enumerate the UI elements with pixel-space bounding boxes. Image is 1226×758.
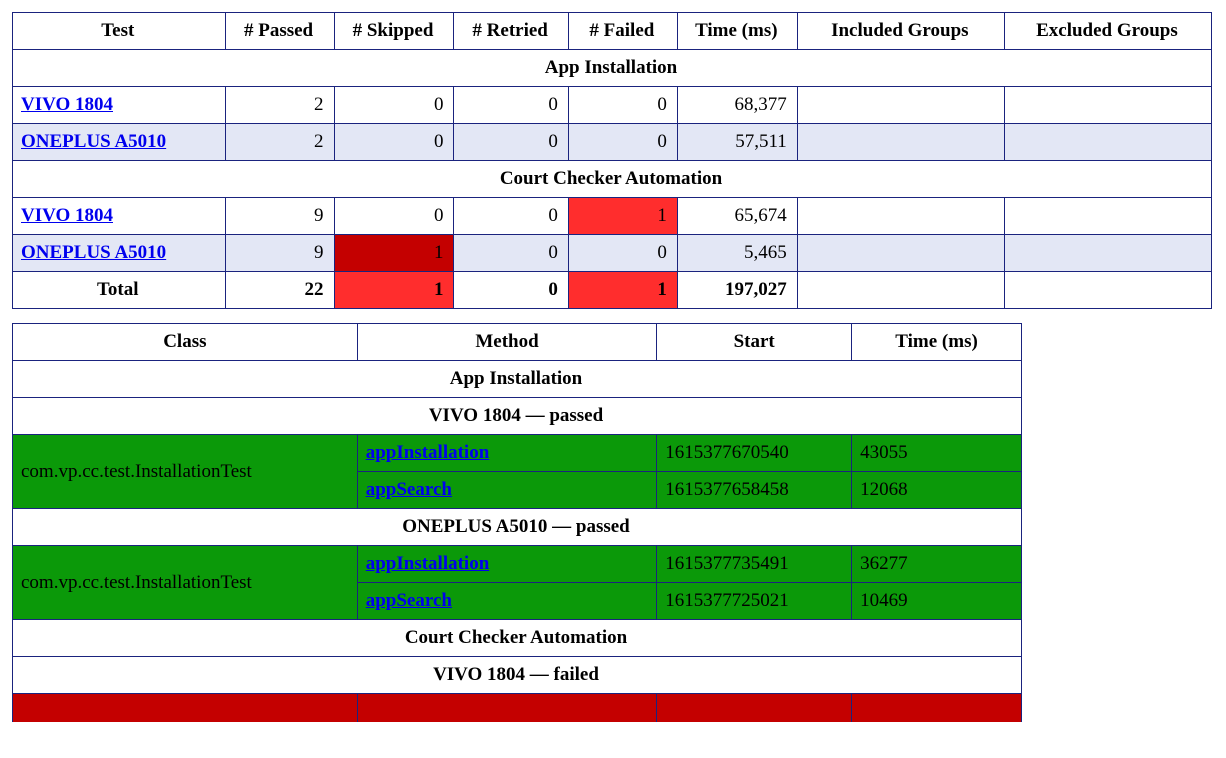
summary-cell: 0 [334, 198, 454, 235]
time-cell: 43055 [852, 435, 1022, 472]
summary-cell [797, 87, 1004, 124]
method-cell: appInstallation [357, 546, 657, 583]
total-cell: 0 [454, 272, 568, 309]
failed-row-start [13, 694, 1022, 723]
details-table: Class Method Start Time (ms) App Install… [12, 323, 1022, 722]
device-heading: ONEPLUS A5010 — passed [13, 509, 1022, 546]
summary-cell [797, 198, 1004, 235]
device-heading-row: ONEPLUS A5010 — passed [13, 509, 1022, 546]
start-cell: 1615377658458 [657, 472, 852, 509]
summary-cell: 0 [568, 124, 677, 161]
method-row: com.vp.cc.test.InstallationTestappInstal… [13, 546, 1022, 583]
summary-cell: 0 [454, 87, 568, 124]
summary-data-row: ONEPLUS A5010200057,511 [13, 124, 1212, 161]
summary-cell [1004, 198, 1211, 235]
summary-cell: 9 [225, 198, 334, 235]
device-link[interactable]: VIVO 1804 [21, 205, 113, 226]
summary-data-row: VIVO 1804900165,674 [13, 198, 1212, 235]
summary-section-title: Court Checker Automation [13, 161, 1212, 198]
method-cell: appSearch [357, 472, 657, 509]
time-cell: 12068 [852, 472, 1022, 509]
device-link[interactable]: ONEPLUS A5010 [21, 131, 166, 152]
summary-data-row: ONEPLUS A501091005,465 [13, 235, 1212, 272]
device-heading-row: VIVO 1804 — passed [13, 398, 1022, 435]
summary-cell: 1 [334, 235, 454, 272]
total-cell [1004, 272, 1211, 309]
start-cell: 1615377735491 [657, 546, 852, 583]
summary-cell: 0 [454, 198, 568, 235]
summary-cell: 57,511 [677, 124, 797, 161]
device-link[interactable]: ONEPLUS A5010 [21, 242, 166, 263]
total-cell: 22 [225, 272, 334, 309]
col-start: Start [657, 324, 852, 361]
device-link[interactable]: VIVO 1804 [21, 94, 113, 115]
details-section-row: App Installation [13, 361, 1022, 398]
total-cell [797, 272, 1004, 309]
time-cell: 36277 [852, 546, 1022, 583]
summary-cell [1004, 87, 1211, 124]
col-time-d: Time (ms) [852, 324, 1022, 361]
summary-section-row: App Installation [13, 50, 1212, 87]
details-section-row: Court Checker Automation [13, 620, 1022, 657]
method-cell: appSearch [357, 583, 657, 620]
device-heading-row: VIVO 1804 — failed [13, 657, 1022, 694]
summary-cell [797, 235, 1004, 272]
device-heading: VIVO 1804 — passed [13, 398, 1022, 435]
details-section-title: App Installation [13, 361, 1022, 398]
col-method: Method [357, 324, 657, 361]
method-link[interactable]: appSearch [366, 590, 452, 611]
total-label: Total [13, 272, 226, 309]
summary-header-row: Test # Passed # Skipped # Retried # Fail… [13, 13, 1212, 50]
summary-cell: 9 [225, 235, 334, 272]
summary-cell: 65,674 [677, 198, 797, 235]
col-retried: # Retried [454, 13, 568, 50]
method-cell: appInstallation [357, 435, 657, 472]
class-cell: com.vp.cc.test.InstallationTest [13, 546, 358, 620]
summary-data-row: VIVO 1804200068,377 [13, 87, 1212, 124]
col-included: Included Groups [797, 13, 1004, 50]
class-cell: com.vp.cc.test.InstallationTest [13, 435, 358, 509]
method-row: com.vp.cc.test.InstallationTestappInstal… [13, 435, 1022, 472]
total-cell: 1 [334, 272, 454, 309]
method-link[interactable]: appInstallation [366, 442, 490, 463]
col-excluded: Excluded Groups [1004, 13, 1211, 50]
summary-cell: 0 [334, 124, 454, 161]
summary-section-row: Court Checker Automation [13, 161, 1212, 198]
summary-cell [797, 124, 1004, 161]
col-test: Test [13, 13, 226, 50]
summary-cell: 0 [568, 87, 677, 124]
summary-cell: 5,465 [677, 235, 797, 272]
summary-cell: 0 [334, 87, 454, 124]
summary-cell [1004, 235, 1211, 272]
summary-total-row: Total22101197,027 [13, 272, 1212, 309]
method-link[interactable]: appSearch [366, 479, 452, 500]
summary-cell: 0 [454, 124, 568, 161]
summary-cell: 0 [454, 235, 568, 272]
summary-cell: 1 [568, 198, 677, 235]
device-heading: VIVO 1804 — failed [13, 657, 1022, 694]
col-failed: # Failed [568, 13, 677, 50]
col-passed: # Passed [225, 13, 334, 50]
start-cell: 1615377670540 [657, 435, 852, 472]
col-time: Time (ms) [677, 13, 797, 50]
total-cell: 1 [568, 272, 677, 309]
col-class: Class [13, 324, 358, 361]
summary-section-title: App Installation [13, 50, 1212, 87]
summary-cell [1004, 124, 1211, 161]
details-section-title: Court Checker Automation [13, 620, 1022, 657]
summary-cell: 2 [225, 124, 334, 161]
method-link[interactable]: appInstallation [366, 553, 490, 574]
total-cell: 197,027 [677, 272, 797, 309]
col-skipped: # Skipped [334, 13, 454, 50]
summary-table: Test # Passed # Skipped # Retried # Fail… [12, 12, 1212, 309]
summary-cell: 68,377 [677, 87, 797, 124]
summary-cell: 0 [568, 235, 677, 272]
summary-cell: 2 [225, 87, 334, 124]
start-cell: 1615377725021 [657, 583, 852, 620]
time-cell: 10469 [852, 583, 1022, 620]
details-header-row: Class Method Start Time (ms) [13, 324, 1022, 361]
